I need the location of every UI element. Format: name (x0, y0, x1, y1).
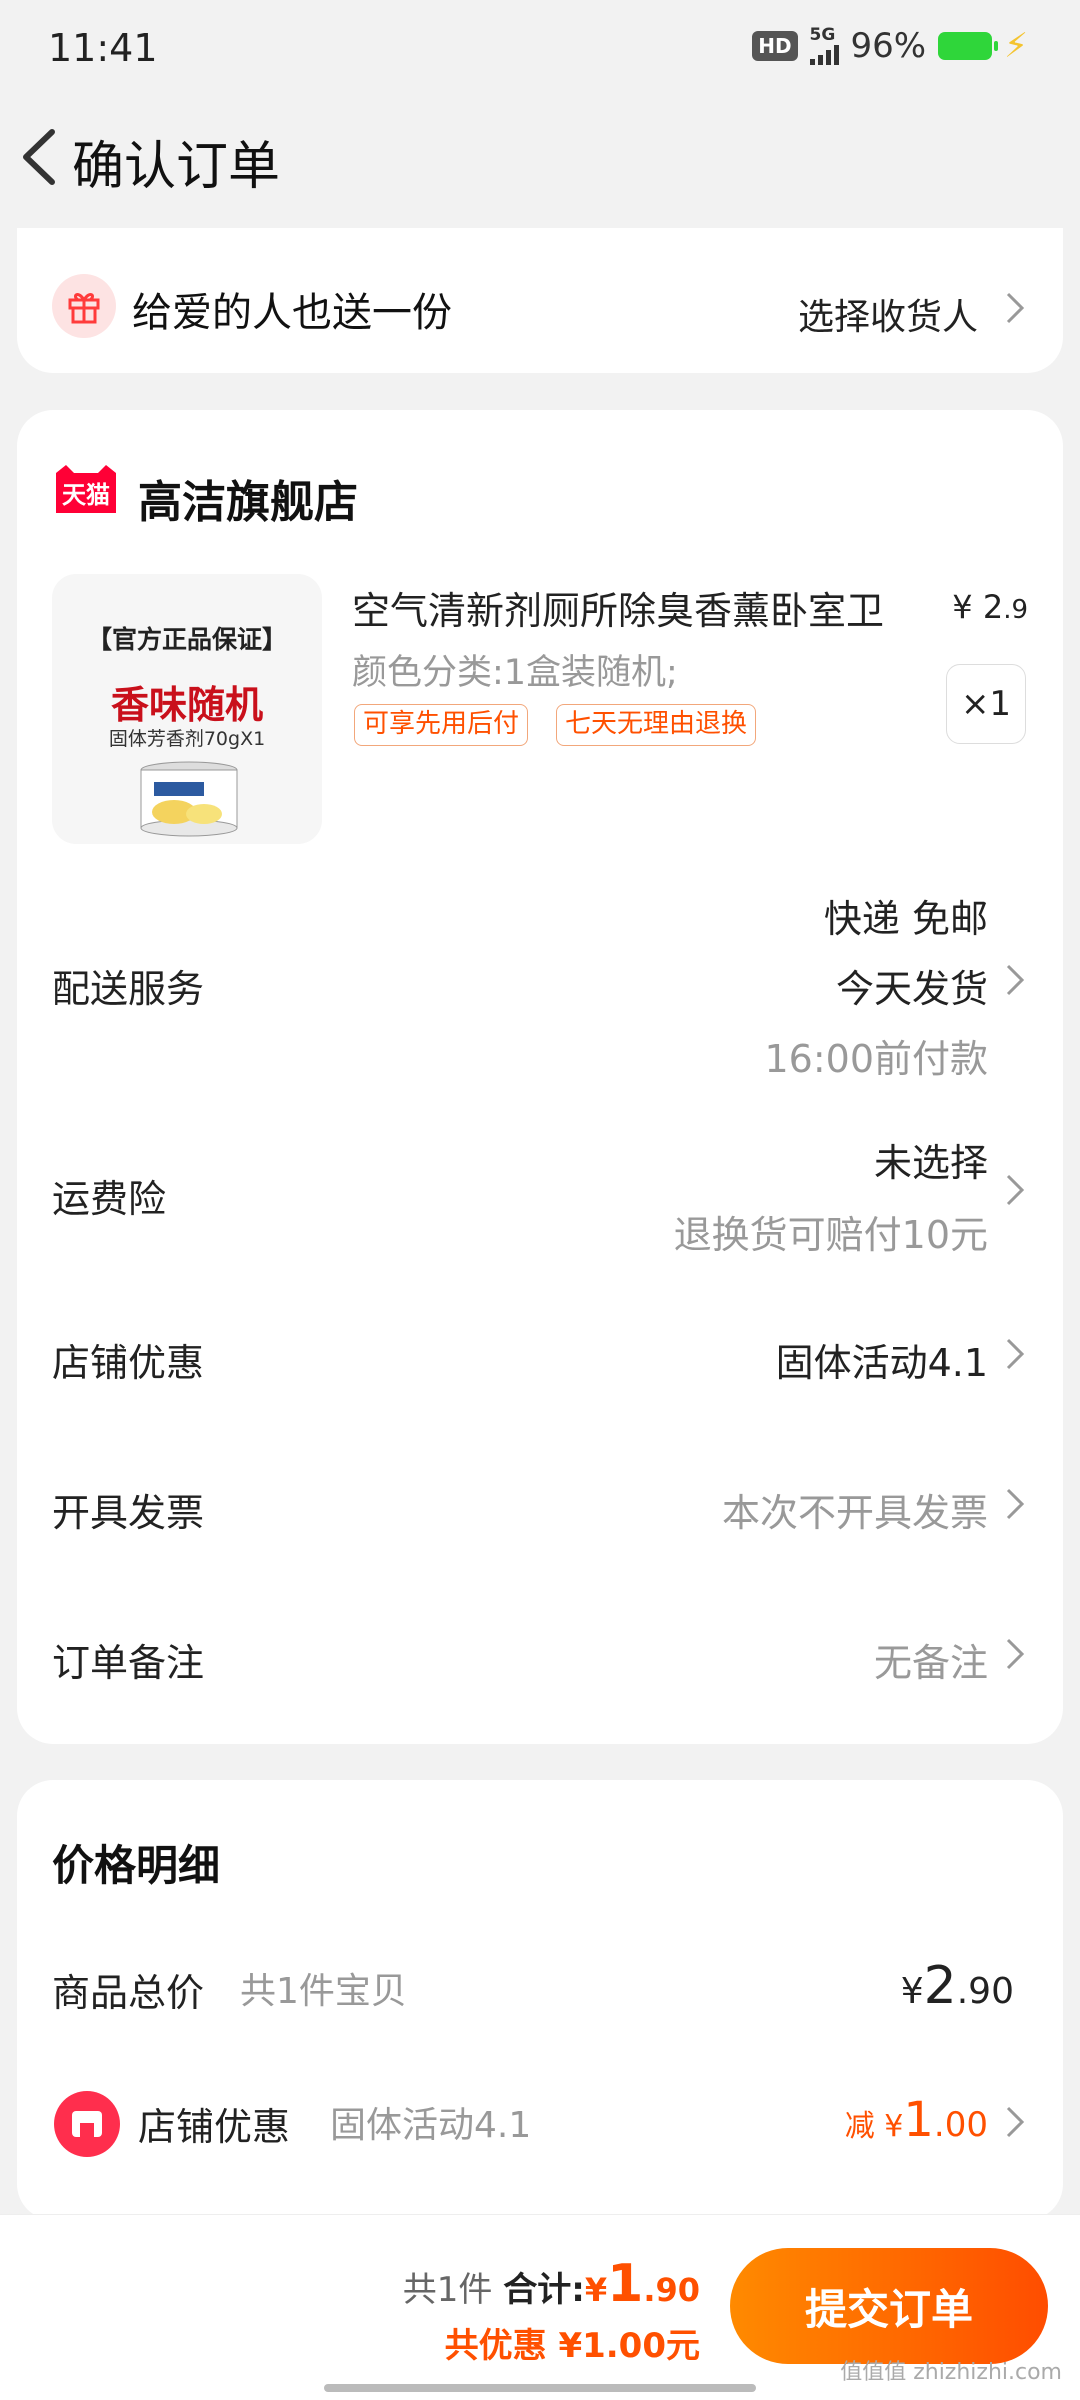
goods-count-note: 共1件宝贝 (240, 1971, 407, 2012)
product-title[interactable]: 空气清新剂厕所除臭香薰卧室卫 (352, 580, 932, 635)
tmall-badge-text: 天猫 (62, 481, 110, 509)
delivery-method[interactable]: 快递 免邮 (824, 888, 988, 943)
store-discount-detail-note: 固体活动4.1 (330, 2105, 532, 2146)
invoice-label: 开具发票 (52, 1491, 205, 1535)
store-discount-amount[interactable]: 减 ¥1.00 (845, 2092, 988, 2148)
battery-percent: 96% (850, 26, 927, 66)
image-sub-text: 固体芳香剂70gX1 (108, 728, 266, 750)
status-time: 11:41 (48, 26, 158, 70)
watermark: 值值值 zhizhizhi.com (840, 2360, 1062, 2385)
chevron-right-icon (1006, 1638, 1025, 1670)
product-price: ¥ 2.9 (952, 588, 1028, 626)
goods-total-value: ¥2.90 (900, 1956, 1014, 2016)
price-detail-title: 价格明细 (52, 1841, 221, 1890)
order-note-value[interactable]: 无备注 (874, 1632, 988, 1687)
tmall-logo: 天猫 (56, 465, 116, 513)
hd-badge: HD (752, 31, 798, 61)
image-guarantee-text: 【官方正品保证】 (86, 625, 287, 654)
delivery-ship-time[interactable]: 今天发货 (836, 958, 988, 1013)
order-note-label: 订单备注 (52, 1641, 205, 1685)
gift-icon (52, 274, 116, 338)
page-title: 确认订单 (72, 137, 281, 197)
back-arrow-icon[interactable] (12, 124, 72, 190)
network-type: 5G (809, 25, 836, 45)
charging-icon: ⚡ (1004, 26, 1028, 66)
gift-text: 给爱的人也送一份 (132, 290, 452, 336)
home-indicator[interactable] (324, 2384, 756, 2392)
air-freshener-can-icon (140, 761, 238, 837)
chevron-right-icon (1006, 1488, 1025, 1520)
signal-icon: 5G (809, 25, 839, 65)
product-spec[interactable]: 颜色分类:1盒装随机; (352, 644, 678, 695)
shipping-insurance-label: 运费险 (52, 1177, 167, 1221)
shipping-insurance-note: 退换货可赔付10元 (673, 1213, 988, 1257)
order-summary: 共1件 合计:¥1.90 (402, 2254, 700, 2314)
battery-icon (938, 32, 999, 60)
shop-icon (54, 2091, 120, 2157)
image-scent-text: 香味随机 (110, 683, 263, 727)
chevron-right-icon (1006, 1338, 1025, 1370)
store-discount-detail-label: 店铺优惠 (138, 2105, 291, 2149)
submit-order-button[interactable]: 提交订单 (730, 2248, 1048, 2364)
chevron-right-icon (1006, 2106, 1025, 2138)
status-indicators: HD 5G 96% ⚡ (752, 26, 1028, 66)
total-saved: 共优惠 ¥1.00元 (444, 2326, 700, 2366)
delivery-label: 配送服务 (52, 967, 205, 1011)
pay-later-tag: 可享先用后付 (354, 704, 529, 746)
select-recipient-link[interactable]: 选择收货人 (798, 288, 978, 340)
store-discount-label: 店铺优惠 (52, 1341, 205, 1385)
delivery-pay-deadline: 16:00前付款 (764, 1037, 988, 1081)
chevron-right-icon (1006, 964, 1025, 996)
return-policy-tag: 七天无理由退换 (556, 704, 757, 746)
invoice-value[interactable]: 本次不开具发票 (722, 1482, 988, 1537)
store-name[interactable]: 高洁旗舰店 (138, 466, 358, 530)
store-discount-value[interactable]: 固体活动4.1 (776, 1332, 988, 1387)
goods-total-label: 商品总价 (52, 1971, 205, 2015)
shipping-insurance-value[interactable]: 未选择 (874, 1132, 988, 1187)
chevron-right-icon (1006, 1174, 1025, 1206)
chevron-right-icon (1006, 292, 1025, 324)
product-image[interactable]: 【官方正品保证】 香味随机 固体芳香剂70gX1 (52, 574, 322, 844)
quantity-stepper[interactable]: ×1 (946, 664, 1026, 744)
